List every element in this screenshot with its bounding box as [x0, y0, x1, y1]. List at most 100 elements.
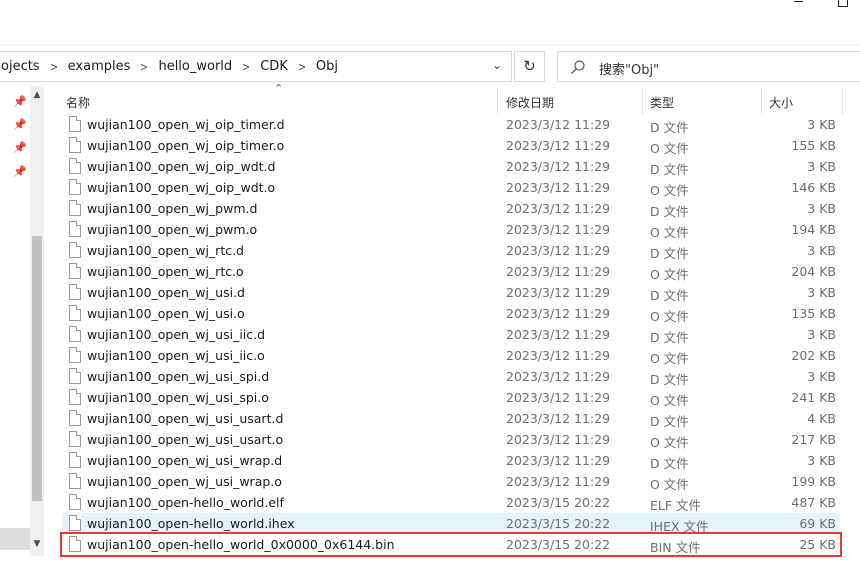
file-icon [69, 389, 81, 405]
column-header-type[interactable]: 类型 [650, 94, 674, 111]
column-header-date[interactable]: 修改日期 [506, 94, 554, 111]
file-row[interactable]: wujian100_open_wj_usi.o 2023/3/12 11:29 O … [62, 303, 840, 324]
maximize-button[interactable] [820, 0, 860, 14]
search-icon [571, 60, 585, 74]
file-icon [69, 137, 81, 153]
file-size: 3 KB [807, 453, 836, 468]
breadcrumb-item[interactable]: ojects [0, 59, 42, 74]
file-row[interactable]: wujian100_open_wj_rtc.o 2023/3/12 11:29 O … [62, 261, 840, 282]
file-name: wujian100_open-hello_world.elf [87, 495, 284, 510]
breadcrumb-item[interactable]: CDK [258, 59, 290, 74]
file-row[interactable]: wujian100_open_wj_oip_wdt.o 2023/3/12 11:… [62, 177, 840, 198]
file-icon [69, 305, 81, 321]
minimize-button[interactable] [774, 0, 820, 14]
column-divider[interactable] [642, 88, 643, 115]
file-name: wujian100_open_wj_usi_usart.d [87, 411, 284, 426]
chevron-right-icon[interactable]: > [237, 60, 256, 74]
file-name: wujian100_open_wj_usi_wrap.o [87, 474, 282, 489]
file-row[interactable]: wujian100_open-hello_world.ihex 2023/3/15… [62, 513, 840, 534]
file-row[interactable]: wujian100_open_wj_rtc.d 2023/3/12 11:29 D … [62, 240, 840, 261]
file-size: 3 KB [807, 327, 836, 342]
chevron-right-icon[interactable]: > [44, 60, 63, 74]
pin-icon[interactable]: 📌 [13, 166, 27, 178]
pin-icon[interactable]: 📌 [13, 96, 27, 108]
pin-icon[interactable]: 📌 [13, 142, 27, 154]
file-row[interactable]: wujian100_open_wj_oip_timer.d 2023/3/12 1… [62, 114, 840, 135]
file-modified-date: 2023/3/12 11:29 [506, 180, 611, 195]
column-divider[interactable] [842, 88, 843, 115]
file-size: 204 KB [791, 264, 836, 279]
column-header-name[interactable]: 名称 [66, 94, 90, 111]
file-row[interactable]: wujian100_open_wj_usi_iic.o 2023/3/12 11:… [62, 345, 840, 366]
refresh-button[interactable]: ↻ [514, 51, 545, 82]
file-row[interactable]: wujian100_open_wj_usi_usart.d 2023/3/12 1… [62, 408, 840, 429]
chevron-down-icon[interactable]: ⌄ [487, 58, 507, 76]
file-type: D 文件 [650, 120, 689, 135]
file-type: O 文件 [650, 267, 689, 282]
file-name: wujian100_open_wj_oip_timer.d [87, 117, 285, 132]
file-type: O 文件 [650, 309, 689, 324]
file-size: 3 KB [807, 285, 836, 300]
file-row[interactable]: wujian100_open_wj_oip_wdt.d 2023/3/12 11:… [62, 156, 840, 177]
file-row[interactable]: wujian100_open_wj_usi_usart.o 2023/3/12 1… [62, 429, 840, 450]
file-type: BIN 文件 [650, 540, 701, 555]
file-row[interactable]: wujian100_open_wj_pwm.o 2023/3/12 11:29 O … [62, 219, 840, 240]
file-row[interactable]: wujian100_open_wj_usi_spi.d 2023/3/12 11:… [62, 366, 840, 387]
file-icon [69, 116, 81, 132]
file-name: wujian100_open_wj_oip_timer.o [87, 138, 285, 153]
file-size: 241 KB [791, 390, 836, 405]
breadcrumb-item[interactable]: Obj [314, 59, 340, 74]
file-row[interactable]: wujian100_open_wj_usi_iic.d 2023/3/12 11:… [62, 324, 840, 345]
file-modified-date: 2023/3/12 11:29 [506, 390, 611, 405]
file-modified-date: 2023/3/12 11:29 [506, 453, 611, 468]
column-header-size[interactable]: 大小 [769, 94, 793, 111]
column-divider[interactable] [761, 88, 762, 115]
chevron-right-icon[interactable]: > [292, 60, 311, 74]
file-type: O 文件 [650, 183, 689, 198]
file-row[interactable]: wujian100_open_wj_oip_timer.o 2023/3/12 1… [62, 135, 840, 156]
file-type: D 文件 [650, 204, 689, 219]
file-icon [69, 284, 81, 300]
file-modified-date: 2023/3/12 11:29 [506, 432, 611, 447]
nav-selected-item[interactable] [0, 528, 30, 550]
scroll-up-arrow-icon[interactable]: ▲ [30, 90, 44, 104]
file-size: 217 KB [791, 432, 836, 447]
file-row[interactable]: wujian100_open_wj_usi.d 2023/3/12 11:29 D … [62, 282, 840, 303]
file-type: D 文件 [650, 162, 689, 177]
file-name: wujian100_open_wj_usi_spi.d [87, 369, 270, 384]
breadcrumb-item[interactable]: examples [66, 59, 133, 74]
scrollbar-thumb[interactable] [32, 236, 42, 501]
file-type: D 文件 [650, 288, 689, 303]
chevron-right-icon[interactable]: > [135, 60, 154, 74]
file-row[interactable]: wujian100_open_wj_usi_wrap.d 2023/3/12 11… [62, 450, 840, 471]
file-modified-date: 2023/3/15 20:22 [506, 495, 611, 510]
breadcrumb-item[interactable]: hello_world [156, 59, 234, 74]
scroll-down-arrow-icon[interactable]: ▼ [30, 539, 44, 553]
file-type: O 文件 [650, 351, 689, 366]
file-icon [69, 536, 81, 552]
file-row[interactable]: wujian100_open-hello_world.elf 2023/3/15 … [62, 492, 840, 513]
address-bar[interactable]: ojects > examples > hello_world > CDK > … [0, 51, 512, 82]
file-row[interactable]: wujian100_open_wj_usi_wrap.o 2023/3/12 11… [62, 471, 840, 492]
file-type: IHEX 文件 [650, 519, 709, 534]
search-input[interactable]: 搜索"Obj" [557, 51, 860, 82]
nav-scrollbar[interactable]: ▲ ▼ [30, 86, 44, 556]
file-size: 25 KB [799, 537, 836, 552]
file-name: wujian100_open_wj_usi_spi.o [87, 390, 269, 405]
file-icon [69, 452, 81, 468]
file-modified-date: 2023/3/15 20:22 [506, 516, 611, 531]
column-divider[interactable] [497, 88, 498, 115]
file-size: 4 KB [807, 411, 836, 426]
file-icon [69, 326, 81, 342]
file-size: 199 KB [791, 474, 836, 489]
file-row[interactable]: wujian100_open_wj_usi_spi.o 2023/3/12 11:… [62, 387, 840, 408]
file-row[interactable]: wujian100_open-hello_world_0x0000_0x6144… [60, 532, 842, 557]
file-icon [69, 158, 81, 174]
file-name: wujian100_open_wj_usi_iic.d [87, 327, 266, 342]
file-size: 69 KB [799, 516, 836, 531]
file-modified-date: 2023/3/12 11:29 [506, 285, 611, 300]
file-modified-date: 2023/3/12 11:29 [506, 348, 611, 363]
file-row[interactable]: wujian100_open_wj_pwm.d 2023/3/12 11:29 D … [62, 198, 840, 219]
pin-icon[interactable]: 📌 [13, 119, 27, 131]
file-type: D 文件 [650, 414, 689, 429]
